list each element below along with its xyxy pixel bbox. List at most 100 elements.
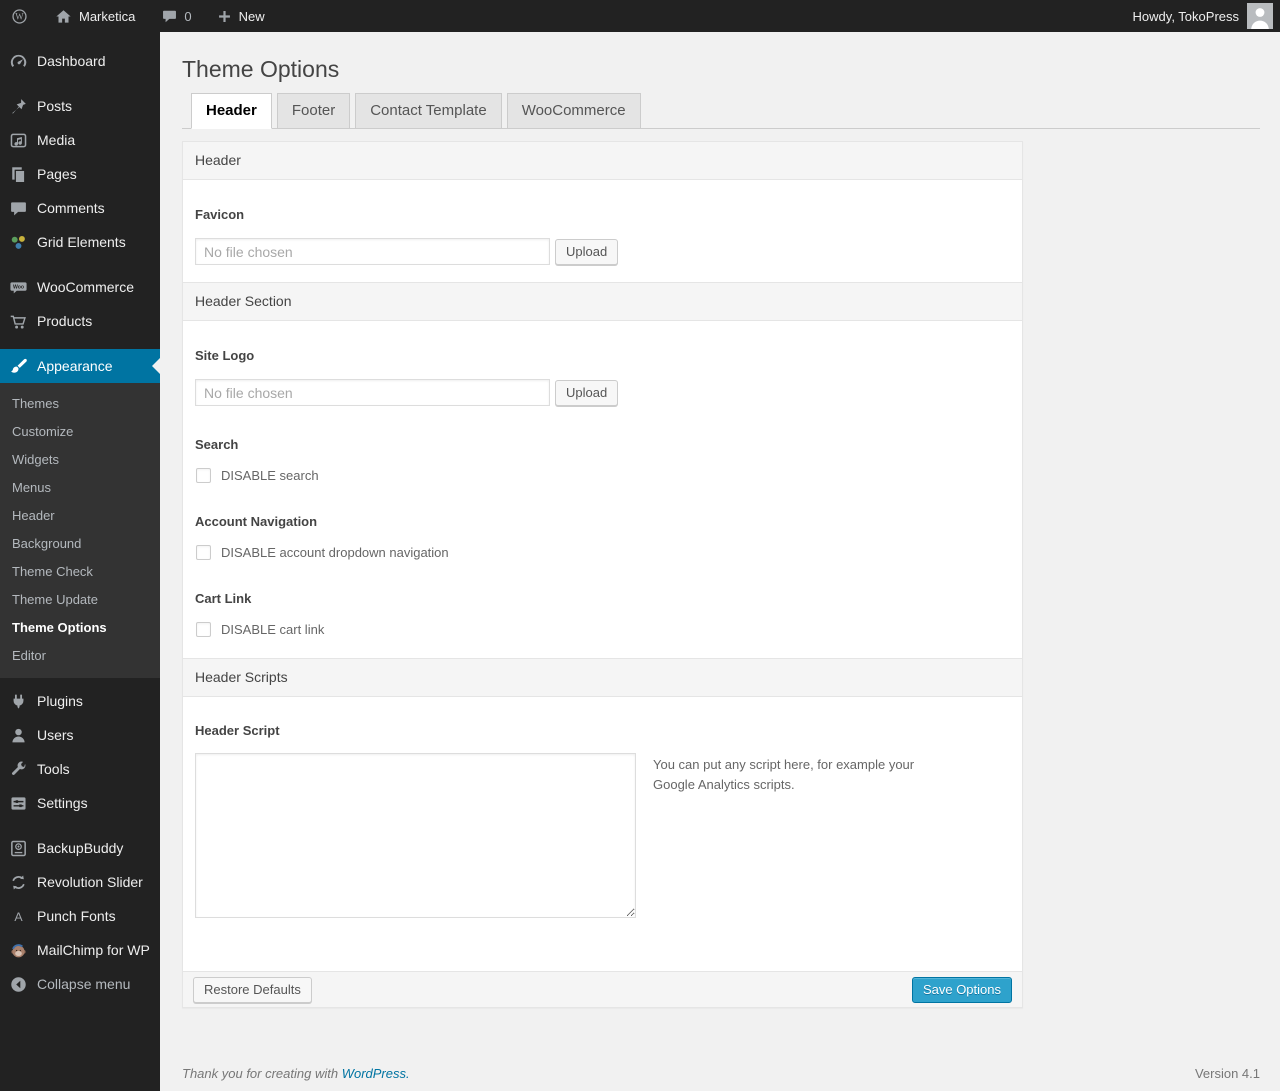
sidebar-item-appearance[interactable]: Appearance xyxy=(0,349,160,383)
sidebar-item-label: Comments xyxy=(37,200,105,216)
sidebar-item-media[interactable]: Media xyxy=(0,123,160,157)
svg-text:Woo: Woo xyxy=(12,284,23,290)
sidebar-item-label: BackupBuddy xyxy=(37,840,124,856)
sidebar-item-label: Settings xyxy=(37,795,88,811)
sidebar-item-label: Dashboard xyxy=(37,53,106,69)
tab-contact-template[interactable]: Contact Template xyxy=(355,93,502,129)
user-icon xyxy=(8,725,28,745)
section-body-header-section: Site Logo Upload Search DISABLE search A… xyxy=(183,321,1022,658)
disable-account-nav-checkbox-label[interactable]: DISABLE account dropdown navigation xyxy=(221,545,449,560)
header-script-label: Header Script xyxy=(195,723,280,738)
settings-icon xyxy=(8,793,28,813)
sidebar-item-label: Appearance xyxy=(37,358,113,374)
site-name: Marketica xyxy=(79,8,136,24)
cart-icon xyxy=(8,311,28,331)
sidebar-item-label: Posts xyxy=(37,98,73,114)
disable-account-nav-checkbox[interactable] xyxy=(196,545,211,560)
sidebar-item-dashboard[interactable]: Dashboard xyxy=(0,44,160,78)
disable-search-checkbox-label[interactable]: DISABLE search xyxy=(221,468,319,483)
sidebar-item-woocommerce[interactable]: Woo WooCommerce xyxy=(0,270,160,304)
collapse-menu-button[interactable]: Collapse menu xyxy=(0,967,160,1001)
admin-menu: Dashboard Posts Media Pages Comments Gri… xyxy=(0,32,160,1091)
submenu-item-header[interactable]: Header xyxy=(0,502,160,530)
wordpress-logo-icon: W xyxy=(11,8,28,25)
submenu-item-themes[interactable]: Themes xyxy=(0,390,160,418)
user-avatar xyxy=(1247,3,1273,29)
sidebar-item-label: Plugins xyxy=(37,693,83,709)
account-navigation-label: Account Navigation xyxy=(195,514,318,529)
sidebar-item-comments[interactable]: Comments xyxy=(0,191,160,225)
sidebar-item-label: Grid Elements xyxy=(37,234,126,250)
sidebar-item-label: Collapse menu xyxy=(37,976,131,992)
tab-bar: Header Footer Contact Template WooCommer… xyxy=(182,93,1260,129)
footer-version: Version 4.1 xyxy=(1194,1066,1260,1081)
sidebar-item-grid-elements[interactable]: Grid Elements xyxy=(0,225,160,259)
dashboard-icon xyxy=(8,51,28,71)
new-label: New xyxy=(238,8,265,24)
visit-site-link[interactable]: Marketica xyxy=(45,0,145,32)
submenu-item-menus[interactable]: Menus xyxy=(0,474,160,502)
section-body-header-scripts: Header Script You can put any script her… xyxy=(183,697,1022,971)
sidebar-item-users[interactable]: Users xyxy=(0,718,160,752)
menu-separator xyxy=(0,259,160,270)
submenu-item-customize[interactable]: Customize xyxy=(0,418,160,446)
submenu-item-background[interactable]: Background xyxy=(0,530,160,558)
sidebar-item-tools[interactable]: Tools xyxy=(0,752,160,786)
page-title: Theme Options xyxy=(182,56,340,82)
sidebar-item-label: Users xyxy=(37,727,74,743)
restore-defaults-button[interactable]: Restore Defaults xyxy=(193,976,312,1003)
admin-bar: W Marketica 0 New Howdy, TokoPress xyxy=(0,0,1280,32)
svg-text:A: A xyxy=(14,909,23,923)
site-logo-label: Site Logo xyxy=(195,348,255,363)
wordpress-link[interactable]: WordPress. xyxy=(342,1066,410,1081)
sidebar-item-revolution-slider[interactable]: Revolution Slider xyxy=(0,865,160,899)
wordpress-logo-menu[interactable]: W xyxy=(0,0,39,32)
sidebar-item-settings[interactable]: Settings xyxy=(0,786,160,820)
save-options-button[interactable]: Save Options xyxy=(911,976,1012,1003)
sidebar-item-label: Products xyxy=(37,313,93,329)
my-account-menu[interactable]: Howdy, TokoPress xyxy=(1133,0,1280,32)
sidebar-item-label: Media xyxy=(37,132,76,148)
sidebar-item-posts[interactable]: Posts xyxy=(0,89,160,123)
svg-text:W: W xyxy=(15,11,24,21)
submenu-item-theme-update[interactable]: Theme Update xyxy=(0,586,160,614)
header-script-textarea[interactable] xyxy=(195,753,636,918)
new-content-menu[interactable]: New xyxy=(206,0,275,32)
disable-search-checkbox[interactable] xyxy=(196,468,211,483)
wrench-icon xyxy=(8,759,28,779)
sidebar-item-punch-fonts[interactable]: A Punch Fonts xyxy=(0,899,160,933)
sidebar-item-label: WooCommerce xyxy=(37,279,134,295)
sidebar-item-backupbuddy[interactable]: BackupBuddy xyxy=(0,831,160,865)
collapse-arrow-icon xyxy=(8,974,28,994)
favicon-file-input[interactable] xyxy=(195,238,550,265)
sidebar-item-label: Tools xyxy=(37,761,70,777)
favicon-upload-button[interactable]: Upload xyxy=(555,238,619,265)
submenu-item-theme-check[interactable]: Theme Check xyxy=(0,558,160,586)
sidebar-item-products[interactable]: Products xyxy=(0,304,160,338)
refresh-icon xyxy=(8,872,28,892)
pin-icon xyxy=(8,96,28,116)
admin-footer: Thank you for creating with WordPress. V… xyxy=(182,1066,1260,1081)
disable-cart-link-checkbox-label[interactable]: DISABLE cart link xyxy=(221,622,324,637)
submenu-item-editor[interactable]: Editor xyxy=(0,642,160,670)
tab-footer[interactable]: Footer xyxy=(276,93,351,129)
disable-cart-link-checkbox[interactable] xyxy=(196,622,211,637)
tab-header[interactable]: Header xyxy=(191,93,272,129)
site-logo-file-input[interactable] xyxy=(195,379,550,406)
paintbrush-icon xyxy=(8,356,28,376)
sidebar-item-plugins[interactable]: Plugins xyxy=(0,684,160,718)
menu-separator xyxy=(0,78,160,89)
pages-icon xyxy=(8,164,28,184)
site-logo-upload-button[interactable]: Upload xyxy=(555,379,619,406)
sidebar-item-label: MailChimp for WP xyxy=(37,942,150,958)
section-heading-header-section: Header Section xyxy=(183,282,1022,321)
section-heading-header: Header xyxy=(183,142,1022,180)
panel-footer: Restore Defaults Save Options xyxy=(183,971,1022,1007)
submenu-item-theme-options[interactable]: Theme Options xyxy=(0,614,160,642)
submenu-item-widgets[interactable]: Widgets xyxy=(0,446,160,474)
sidebar-item-pages[interactable]: Pages xyxy=(0,157,160,191)
comments-shortcut[interactable]: 0 xyxy=(151,0,201,32)
tab-woocommerce[interactable]: WooCommerce xyxy=(506,93,641,129)
sidebar-item-mailchimp[interactable]: MailChimp for WP xyxy=(0,933,160,967)
sidebar-item-label: Pages xyxy=(37,166,77,182)
